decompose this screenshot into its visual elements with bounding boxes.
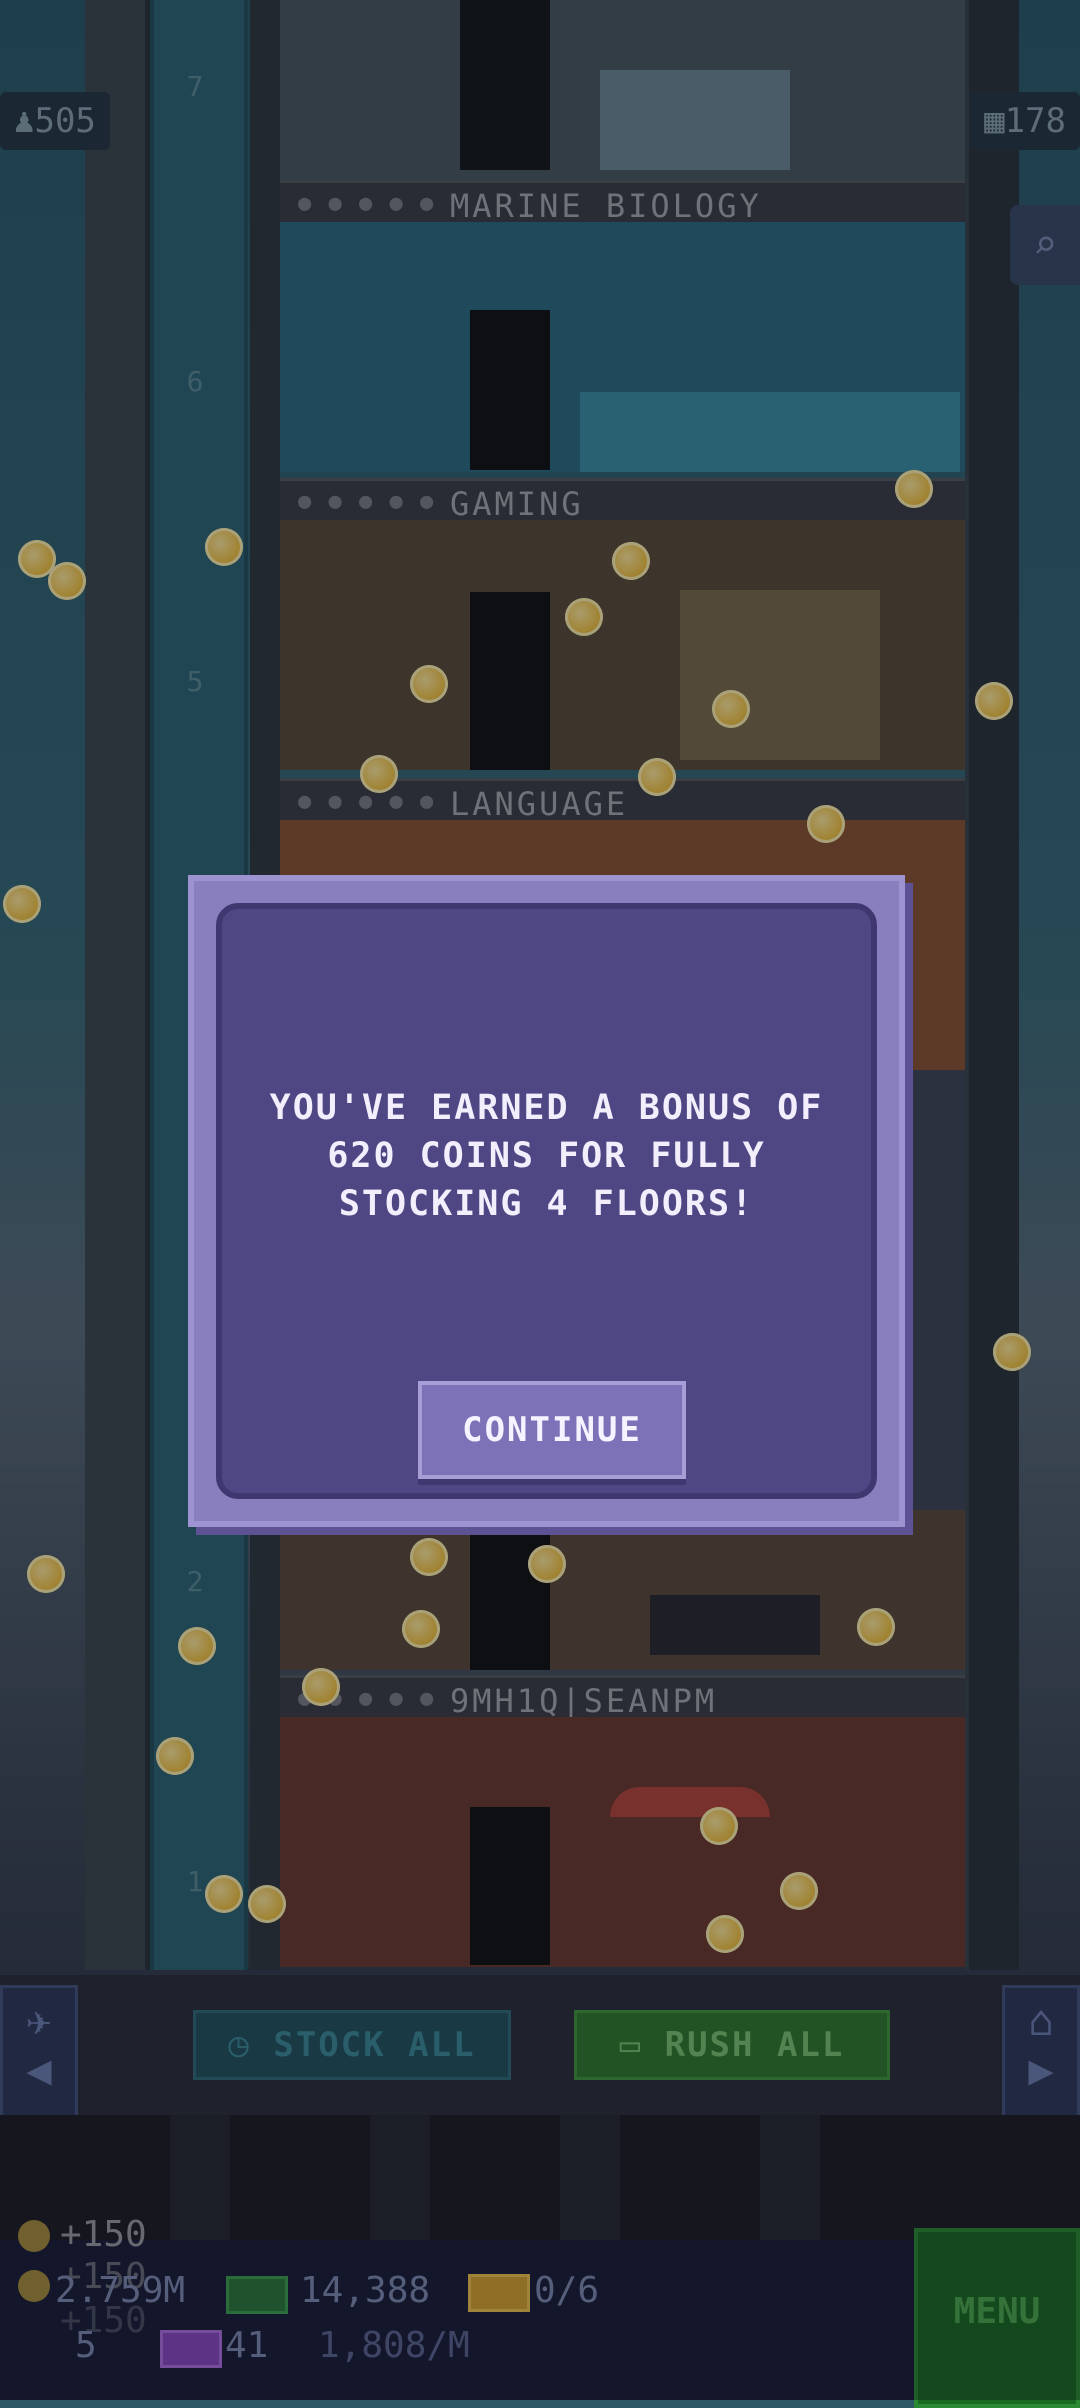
bonus-message: YOU'VE EARNED A BONUS OF 620 COINS FOR F…	[269, 1088, 824, 1224]
bonus-dialog: YOU'VE EARNED A BONUS OF 620 COINS FOR F…	[188, 875, 905, 1527]
continue-button[interactable]: CONTINUE	[418, 1381, 686, 1479]
dialog-panel: YOU'VE EARNED A BONUS OF 620 COINS FOR F…	[216, 903, 877, 1499]
